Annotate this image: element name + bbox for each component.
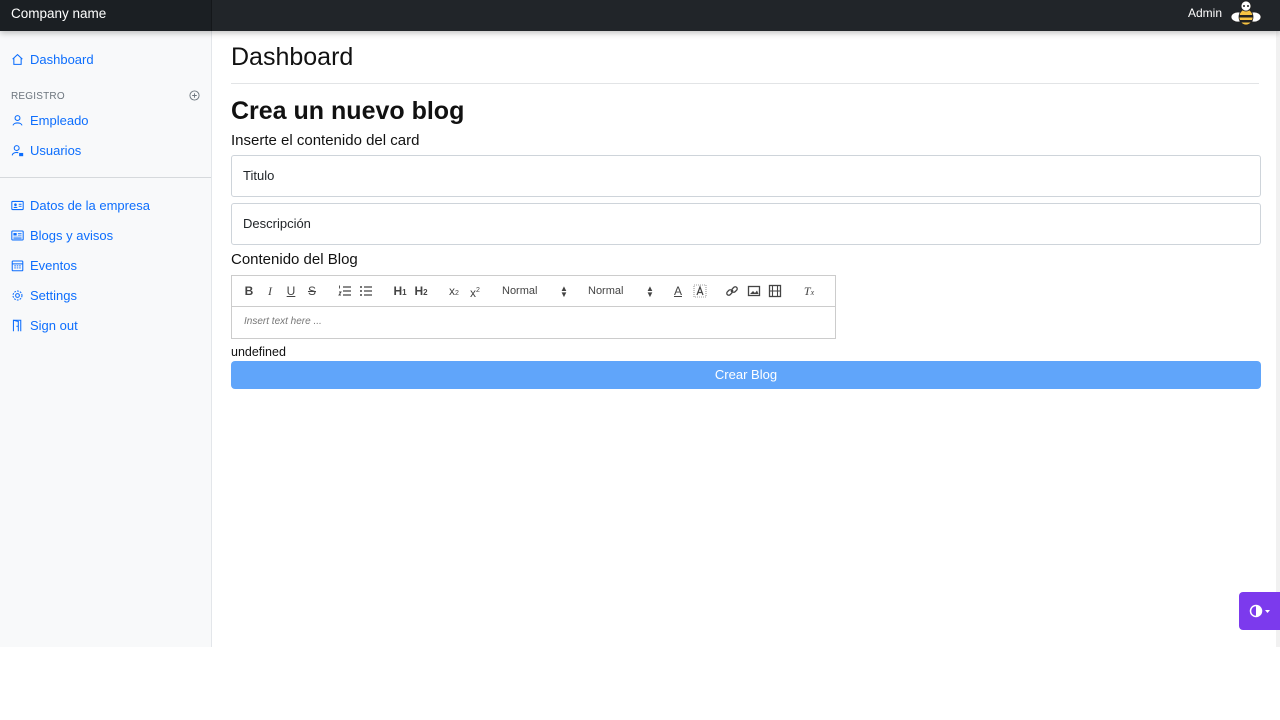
italic-icon[interactable]: I bbox=[263, 284, 277, 298]
person-vcard-icon bbox=[11, 200, 24, 211]
heading2-icon[interactable]: H2 bbox=[413, 284, 429, 298]
bullet-list-icon[interactable] bbox=[359, 284, 373, 298]
sidebar-item-blogs[interactable]: Blogs y avisos bbox=[11, 228, 113, 243]
header-picker[interactable]: Normal ▲ ▼ bbox=[588, 284, 654, 299]
title-divider bbox=[231, 83, 1259, 84]
card-subtitle: Inserte el contenido del card bbox=[231, 132, 420, 149]
sidebar-item-label: Dashboard bbox=[30, 52, 94, 67]
ordered-list-icon[interactable] bbox=[338, 284, 352, 298]
clear-format-icon[interactable]: Tx bbox=[801, 284, 817, 298]
person-lock-icon bbox=[11, 145, 24, 157]
sidebar-item-label: Datos de la empresa bbox=[30, 198, 150, 213]
editor-content[interactable]: Insert text here ... bbox=[232, 307, 835, 336]
chevron-updown-icon: ▲ ▼ bbox=[646, 284, 654, 299]
bee-avatar-icon[interactable] bbox=[1230, 0, 1262, 28]
text-color-icon[interactable]: A bbox=[671, 284, 685, 298]
sidebar-item-label: Usuarios bbox=[30, 143, 82, 158]
sidebar-item-usuarios[interactable]: Usuarios bbox=[11, 143, 81, 158]
form-title: Crea un nuevo blog bbox=[231, 97, 465, 125]
create-blog-button[interactable]: Crear Blog bbox=[231, 361, 1261, 389]
theme-toggle-button[interactable] bbox=[1239, 592, 1280, 630]
sidebar-item-label: Eventos bbox=[30, 258, 77, 273]
sidebar-section-heading: REGISTRO bbox=[11, 91, 65, 102]
font-size-picker-value: Normal bbox=[502, 285, 538, 297]
image-icon[interactable] bbox=[747, 284, 761, 298]
sidebar-item-dashboard[interactable]: Dashboard bbox=[11, 52, 94, 67]
contrast-icon bbox=[1249, 604, 1270, 618]
sidebar-item-signout[interactable]: Sign out bbox=[11, 318, 78, 333]
sidebar-item-settings[interactable]: Settings bbox=[11, 288, 77, 303]
sidebar-item-datos-empresa[interactable]: Datos de la empresa bbox=[11, 198, 150, 213]
video-icon[interactable] bbox=[768, 284, 782, 298]
status-text: undefined bbox=[231, 345, 286, 359]
heading1-icon[interactable]: H1 bbox=[392, 284, 408, 298]
sidebar-item-label: Settings bbox=[30, 288, 77, 303]
add-circle-icon[interactable] bbox=[189, 90, 200, 101]
person-icon bbox=[12, 115, 23, 126]
top-navbar: Company name Admin bbox=[0, 0, 1280, 31]
sidebar-item-label: Blogs y avisos bbox=[30, 228, 114, 243]
sidebar-item-label: Empleado bbox=[30, 113, 89, 128]
user-name[interactable]: Admin bbox=[1188, 6, 1222, 20]
scrollbar[interactable] bbox=[1276, 31, 1280, 647]
sidebar-divider bbox=[0, 177, 211, 178]
door-icon bbox=[12, 319, 22, 332]
sidebar-item-label: Sign out bbox=[30, 318, 78, 333]
content-label: Contenido del Blog bbox=[231, 251, 358, 268]
background-color-icon[interactable] bbox=[693, 284, 707, 298]
sidebar-item-empleado[interactable]: Empleado bbox=[11, 113, 89, 128]
description-input[interactable]: Descripción bbox=[231, 203, 1261, 245]
house-icon bbox=[12, 53, 23, 65]
link-icon[interactable] bbox=[725, 284, 739, 298]
rich-text-editor: B I U S H1 H2 x2 x2 Normal ▲ ▼ Normal ▲ ▼ … bbox=[231, 275, 836, 339]
sidebar: Dashboard REGISTRO Empleado Usuarios Dat… bbox=[0, 31, 212, 647]
sidebar-item-eventos[interactable]: Eventos bbox=[11, 258, 77, 273]
chevron-updown-icon: ▲ ▼ bbox=[560, 284, 568, 299]
newspaper-icon bbox=[11, 230, 24, 241]
superscript-icon[interactable]: x2 bbox=[467, 284, 483, 300]
header-picker-value: Normal bbox=[588, 285, 624, 297]
font-size-picker[interactable]: Normal ▲ ▼ bbox=[502, 284, 568, 299]
editor-toolbar: B I U S H1 H2 x2 x2 Normal ▲ ▼ Normal ▲ ▼ … bbox=[232, 276, 835, 307]
title-input[interactable]: Titulo bbox=[231, 155, 1261, 197]
page-title: Dashboard bbox=[231, 43, 354, 71]
bold-icon[interactable]: B bbox=[242, 284, 256, 298]
subscript-icon[interactable]: x2 bbox=[446, 284, 462, 298]
brand-name[interactable]: Company name bbox=[0, 0, 212, 31]
underline-icon[interactable]: U bbox=[284, 284, 298, 298]
gear-icon bbox=[12, 290, 23, 301]
calendar-icon bbox=[11, 260, 24, 272]
strikethrough-icon[interactable]: S bbox=[305, 284, 319, 298]
